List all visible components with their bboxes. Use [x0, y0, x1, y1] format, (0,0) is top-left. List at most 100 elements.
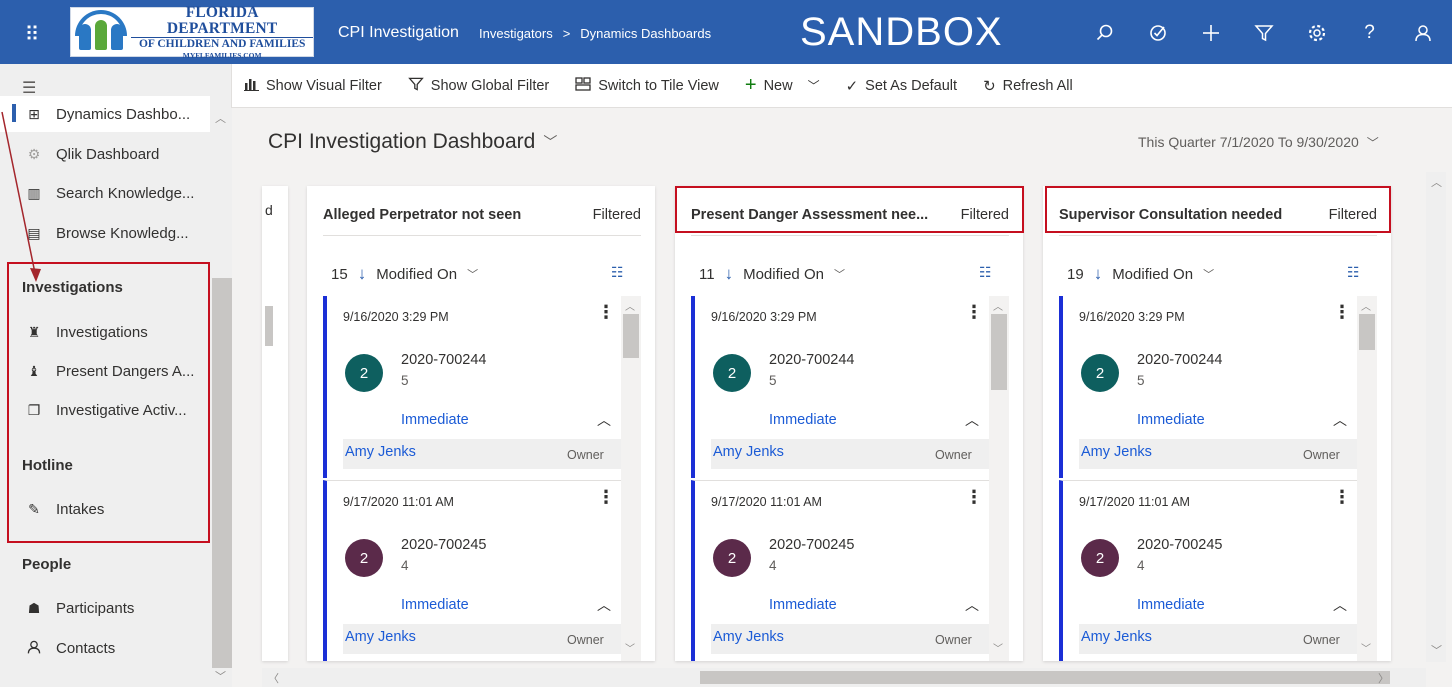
plus-icon[interactable]: [1184, 18, 1237, 48]
sort-arrow-icon[interactable]: ↓: [358, 264, 367, 284]
list-scrollbar[interactable]: ︿ ﹀: [621, 296, 641, 661]
list-scrollbar-thumb[interactable]: [623, 314, 639, 358]
app-title[interactable]: CPI Investigation: [338, 24, 459, 42]
gear-icon[interactable]: [1290, 18, 1343, 48]
set-as-default-button[interactable]: ✓ Set As Default: [846, 77, 957, 95]
scroll-down-icon[interactable]: ﹀: [1431, 642, 1442, 658]
app-launcher-icon[interactable]: ⠿: [14, 16, 50, 52]
nav-scroll-up-icon[interactable]: ︿: [215, 110, 226, 126]
sort-field-label[interactable]: Modified On: [1112, 266, 1193, 283]
view-list-icon[interactable]: ☷: [1347, 264, 1360, 281]
list-item[interactable]: 9/16/2020 3:29 PM ⋮ 2 2020-700244 5 Imme…: [323, 296, 621, 478]
sort-field-label[interactable]: Modified On: [743, 266, 824, 283]
record-priority[interactable]: Immediate: [401, 597, 469, 613]
card-scrollbar-thumb[interactable]: [265, 306, 273, 346]
list-item[interactable]: 9/17/2020 11:01 AM ⋮ 2 2020-700245 4 Imm…: [1059, 480, 1357, 661]
record-owner[interactable]: Amy Jenks: [1081, 629, 1152, 645]
list-scrollbar-thumb[interactable]: [1359, 314, 1375, 350]
scroll-up-icon[interactable]: ︿: [625, 298, 635, 313]
more-options-icon[interactable]: ⋮: [1333, 487, 1351, 508]
refresh-all-button[interactable]: ↻ Refresh All: [983, 77, 1073, 95]
chevron-down-icon: ﹀: [543, 134, 558, 150]
show-global-filter-button[interactable]: Show Global Filter: [407, 76, 549, 96]
sidebar-item-contacts[interactable]: Contacts: [0, 630, 210, 666]
list-scrollbar[interactable]: ︿ ﹀: [989, 296, 1009, 661]
view-list-icon[interactable]: ☷: [979, 264, 992, 281]
record-owner[interactable]: Amy Jenks: [713, 444, 784, 460]
nav-scroll-down-icon[interactable]: ﹀: [215, 668, 226, 684]
record-owner[interactable]: Amy Jenks: [713, 629, 784, 645]
scroll-down-icon[interactable]: ﹀: [993, 640, 1003, 655]
chevron-down-icon[interactable]: ﹀: [467, 266, 478, 282]
filter-icon[interactable]: [1237, 18, 1290, 48]
date-range-selector[interactable]: This Quarter 7/1/2020 To 9/30/2020 ﹀: [1138, 134, 1379, 151]
dashboard-selector[interactable]: CPI Investigation Dashboard ﹀: [268, 130, 557, 154]
chevron-down-icon[interactable]: ﹀: [834, 266, 845, 282]
record-priority[interactable]: Immediate: [1137, 597, 1205, 613]
new-button[interactable]: + New ﹀: [745, 74, 820, 97]
show-visual-filter-button[interactable]: Show Visual Filter: [244, 77, 382, 95]
record-number[interactable]: 2020-700245: [1137, 537, 1222, 553]
chevron-down-icon[interactable]: ﹀: [1203, 266, 1214, 282]
scroll-down-icon[interactable]: ﹀: [1361, 640, 1371, 655]
scroll-down-icon[interactable]: ﹀: [625, 640, 635, 655]
record-priority[interactable]: Immediate: [769, 597, 837, 613]
record-number[interactable]: 2020-700244: [769, 352, 854, 368]
chevron-up-icon[interactable]: ︿: [1333, 410, 1347, 430]
sidebar-item-label: Browse Knowledg...: [56, 224, 189, 242]
more-options-icon[interactable]: ⋮: [597, 487, 615, 508]
record-owner[interactable]: Amy Jenks: [345, 444, 416, 460]
scroll-left-icon[interactable]: 〈: [268, 670, 279, 686]
more-options-icon[interactable]: ⋮: [965, 302, 983, 323]
sort-arrow-icon[interactable]: ↓: [725, 264, 734, 284]
main-vertical-scrollbar[interactable]: ︿ ﹀: [1426, 172, 1446, 662]
card-sort-bar[interactable]: 11 ↓ Modified On ﹀: [699, 264, 845, 284]
sort-field-label[interactable]: Modified On: [376, 266, 457, 283]
list-scrollbar-thumb[interactable]: [991, 314, 1007, 390]
user-icon[interactable]: [1396, 18, 1449, 48]
scroll-up-icon[interactable]: ︿: [1431, 174, 1442, 190]
hamburger-icon[interactable]: ☰: [22, 78, 36, 98]
scroll-up-icon[interactable]: ︿: [1361, 298, 1371, 313]
help-icon[interactable]: ?: [1343, 18, 1396, 48]
breadcrumb-investigators[interactable]: Investigators: [479, 26, 553, 41]
chevron-up-icon[interactable]: ︿: [597, 595, 611, 615]
record-priority[interactable]: Immediate: [1137, 412, 1205, 428]
record-number[interactable]: 2020-700244: [1137, 352, 1222, 368]
chevron-down-icon[interactable]: ﹀: [808, 77, 820, 94]
list-item[interactable]: 9/17/2020 11:01 AM ⋮ 2 2020-700245 4 Imm…: [323, 480, 621, 661]
search-icon[interactable]: [1078, 18, 1131, 48]
chevron-up-icon[interactable]: ︿: [965, 410, 979, 430]
dcf-logo[interactable]: FLORIDA DEPARTMENT OF CHILDREN AND FAMIL…: [70, 5, 314, 59]
record-number[interactable]: 2020-700245: [401, 537, 486, 553]
record-number[interactable]: 2020-700245: [769, 537, 854, 553]
horizontal-scrollbar-thumb[interactable]: [700, 671, 1390, 684]
list-item[interactable]: 9/16/2020 3:29 PM ⋮ 2 2020-700244 5 Imme…: [1059, 296, 1357, 478]
chevron-up-icon[interactable]: ︿: [597, 410, 611, 430]
sidebar-item-participants[interactable]: ☗ Participants: [0, 590, 210, 626]
chevron-up-icon[interactable]: ︿: [1333, 595, 1347, 615]
record-number[interactable]: 2020-700244: [401, 352, 486, 368]
chevron-up-icon[interactable]: ︿: [965, 595, 979, 615]
list-item[interactable]: 9/17/2020 11:01 AM ⋮ 2 2020-700245 4 Imm…: [691, 480, 989, 661]
record-owner[interactable]: Amy Jenks: [345, 629, 416, 645]
scroll-up-icon[interactable]: ︿: [993, 298, 1003, 313]
more-options-icon[interactable]: ⋮: [597, 302, 615, 323]
more-options-icon[interactable]: ⋮: [965, 487, 983, 508]
breadcrumb-dynamics-dashboards[interactable]: Dynamics Dashboards: [580, 26, 711, 41]
nav-scrollbar-thumb[interactable]: [212, 278, 232, 668]
scroll-right-icon[interactable]: 〉: [1378, 670, 1389, 686]
task-icon[interactable]: [1131, 18, 1184, 48]
sort-arrow-icon[interactable]: ↓: [1094, 264, 1103, 284]
record-priority[interactable]: Immediate: [769, 412, 837, 428]
main-horizontal-scrollbar[interactable]: 〈 〉: [262, 668, 1426, 687]
list-scrollbar[interactable]: ︿ ﹀: [1357, 296, 1377, 661]
record-priority[interactable]: Immediate: [401, 412, 469, 428]
view-list-icon[interactable]: ☷: [611, 264, 624, 281]
switch-tile-view-button[interactable]: Switch to Tile View: [575, 76, 719, 95]
card-sort-bar[interactable]: 19 ↓ Modified On ﹀: [1067, 264, 1214, 284]
more-options-icon[interactable]: ⋮: [1333, 302, 1351, 323]
card-sort-bar[interactable]: 15 ↓ Modified On ﹀: [331, 264, 478, 284]
record-owner[interactable]: Amy Jenks: [1081, 444, 1152, 460]
list-item[interactable]: 9/16/2020 3:29 PM ⋮ 2 2020-700244 5 Imme…: [691, 296, 989, 478]
